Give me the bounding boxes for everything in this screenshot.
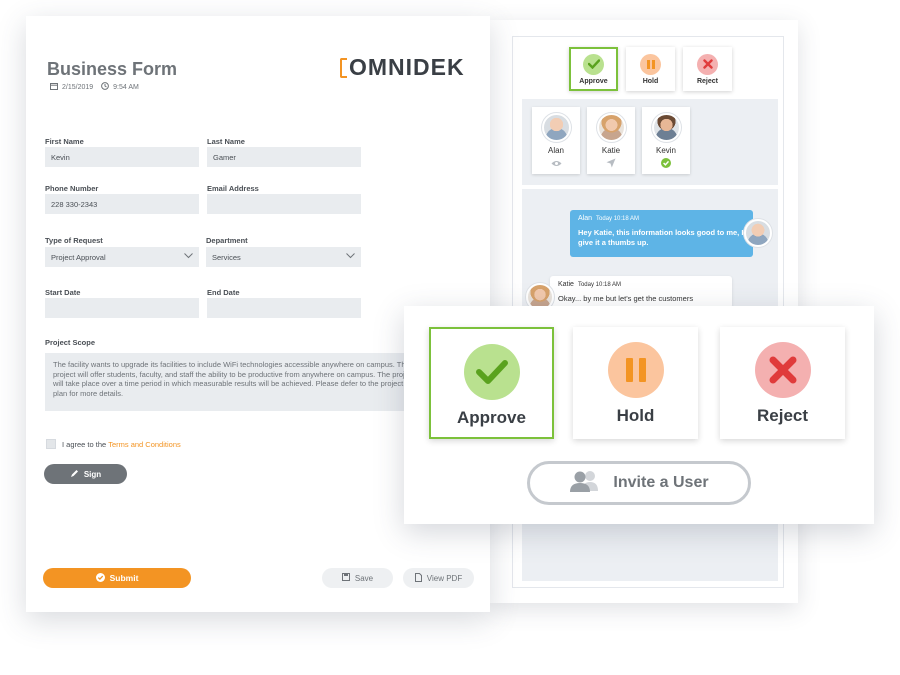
- pause-icon: [607, 342, 664, 398]
- pen-icon: [70, 469, 79, 480]
- save-label: Save: [354, 573, 374, 583]
- users-icon: [569, 470, 601, 497]
- pdf-label: View PDF: [426, 573, 463, 583]
- hold-button[interactable]: Hold: [573, 327, 698, 439]
- x-icon: [754, 342, 811, 398]
- calendar-icon: [50, 82, 58, 92]
- request-type-label: Type of Request: [45, 236, 103, 245]
- terms-label: I agree to the: [62, 439, 107, 449]
- user-card-katie[interactable]: Katie: [587, 107, 635, 174]
- chat-text: Hey Katie, this information looks good t…: [578, 228, 744, 247]
- terms-link[interactable]: Terms and Conditions: [108, 440, 181, 449]
- check-circle-icon: [95, 572, 105, 584]
- save-button[interactable]: Save: [322, 568, 393, 588]
- send-icon: [606, 158, 616, 168]
- department-label: Department: [206, 236, 248, 245]
- user-name: Katie: [601, 146, 621, 155]
- chat-meta: Katie Today 10:18 AM: [558, 280, 724, 290]
- mini-hold-label: Hold: [642, 77, 659, 85]
- chat-time: Today 10:18 AM: [577, 282, 621, 288]
- user-card-kevin[interactable]: Kevin: [642, 107, 690, 174]
- end-date-label: End Date: [207, 288, 240, 297]
- sign-label: Sign: [83, 469, 102, 479]
- user-name: Alan: [547, 146, 564, 155]
- clock-icon: [101, 82, 110, 92]
- chat-message: Katie Today 10:18 AM Okay... by me but le…: [550, 276, 732, 308]
- approve-button[interactable]: Approve: [429, 327, 554, 439]
- pause-icon: [640, 53, 661, 75]
- terms-row: I agree to the Terms and Conditions: [46, 439, 181, 449]
- chat-avatar: [744, 219, 772, 247]
- chat-message: Alan Today 10:18 AM Hey Katie, this infor…: [570, 210, 753, 257]
- request-type-value: Project Approval: [51, 253, 106, 262]
- department-select[interactable]: Services: [206, 247, 361, 267]
- avatar: [596, 113, 626, 142]
- mini-hold-button[interactable]: Hold: [626, 47, 675, 91]
- chat-text: Okay... by me but let's get the customer…: [558, 294, 694, 303]
- check-icon: [463, 344, 520, 400]
- chevron-down-icon: [346, 252, 355, 261]
- terms-checkbox[interactable]: [46, 439, 56, 449]
- chevron-down-icon: [184, 252, 193, 261]
- submit-label: Submit: [109, 573, 139, 583]
- reject-label: Reject: [756, 406, 809, 425]
- page-title: Business Form: [47, 59, 178, 79]
- mini-action-bar: Approve Hold Reject: [569, 47, 732, 91]
- scope-label: Project Scope: [45, 338, 96, 347]
- eye-icon: [551, 158, 562, 168]
- view-pdf-button[interactable]: View PDF: [403, 568, 474, 588]
- invite-user-button[interactable]: Invite a User: [527, 461, 751, 505]
- request-type-select[interactable]: Project Approval: [45, 247, 199, 267]
- end-date-field[interactable]: [207, 298, 361, 318]
- form-date: 2/15/2019: [62, 83, 94, 91]
- mini-reject-button[interactable]: Reject: [683, 47, 732, 91]
- first-name-label: First Name: [45, 137, 84, 146]
- scope-textarea[interactable]: The facility wants to upgrade its facili…: [45, 353, 425, 411]
- stage: Approve Hold Reject Alan Katie Kevin Ala…: [0, 0, 900, 675]
- x-icon: [697, 53, 718, 75]
- start-date-field[interactable]: [45, 298, 199, 318]
- invite-label: Invite a User: [613, 474, 709, 491]
- user-list: Alan Katie Kevin: [522, 99, 778, 185]
- omnidek-logo: OMNIDEK: [340, 54, 465, 81]
- chat-author: Alan: [578, 215, 593, 222]
- mini-approve-button[interactable]: Approve: [569, 47, 618, 91]
- approval-popover: Approve Hold Reject Invite a User: [404, 306, 874, 524]
- sign-button[interactable]: Sign: [44, 464, 127, 484]
- avatar: [541, 113, 571, 142]
- phone-label: Phone Number: [45, 184, 99, 193]
- reject-button[interactable]: Reject: [720, 327, 845, 439]
- chat-author: Katie: [558, 281, 574, 288]
- user-card-alan[interactable]: Alan: [532, 107, 580, 174]
- start-date-label: Start Date: [45, 288, 81, 297]
- first-name-field[interactable]: Kevin: [45, 147, 199, 167]
- chat-meta: Alan Today 10:18 AM: [578, 214, 745, 224]
- check-icon: [583, 53, 604, 75]
- form-time: 9:54 AM: [113, 83, 139, 91]
- approve-label: Approve: [457, 408, 526, 427]
- mini-approve-label: Approve: [579, 77, 608, 85]
- last-name-field[interactable]: Gamer: [207, 147, 361, 167]
- submit-button[interactable]: Submit: [43, 568, 191, 588]
- logo-mark: [340, 57, 347, 78]
- mini-reject-label: Reject: [696, 77, 718, 85]
- last-name-label: Last Name: [207, 137, 245, 146]
- avatar: [744, 219, 772, 247]
- user-name: Kevin: [655, 146, 676, 155]
- email-label: Email Address: [207, 184, 259, 193]
- logo-text: OMNIDEK: [349, 54, 465, 80]
- chat-time: Today 10:18 AM: [596, 216, 640, 222]
- hold-label: Hold: [616, 406, 655, 425]
- avatar: [651, 113, 681, 142]
- phone-field[interactable]: 228 330-2343: [45, 194, 199, 214]
- email-field[interactable]: [207, 194, 361, 214]
- pdf-icon: [414, 572, 422, 584]
- check-circle-icon: [661, 158, 671, 168]
- save-icon: [341, 573, 350, 583]
- department-value: Services: [212, 253, 241, 262]
- form-meta: 2/15/2019 9:54 AM: [50, 82, 139, 92]
